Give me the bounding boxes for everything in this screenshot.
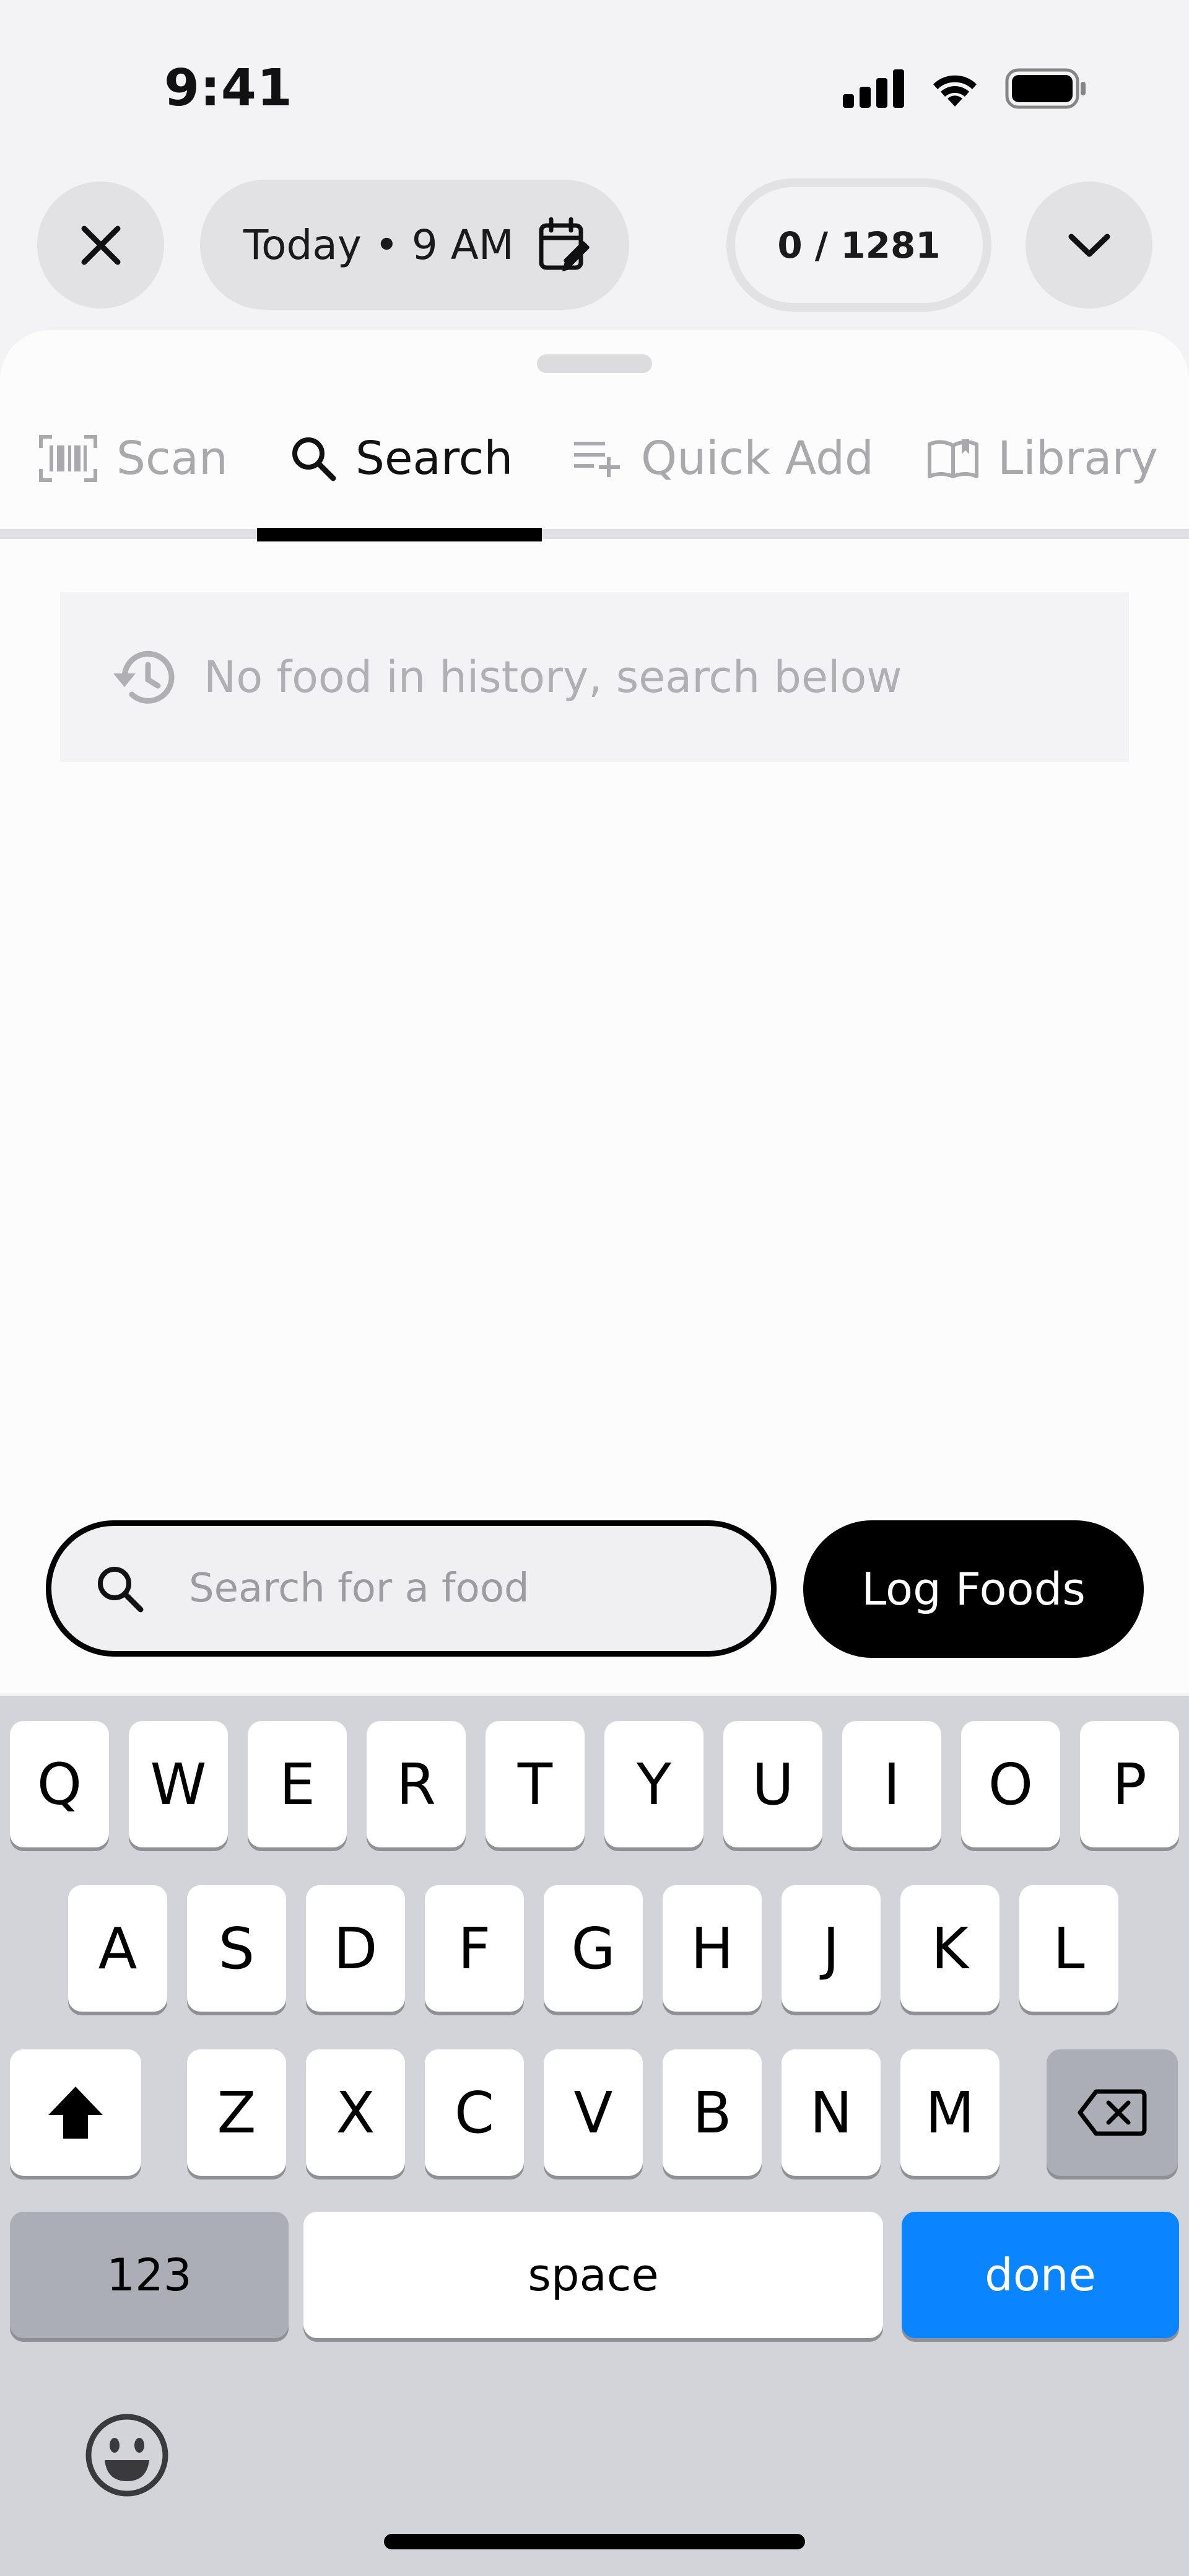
log-foods-label: Log Foods bbox=[861, 1563, 1086, 1615]
close-button[interactable] bbox=[37, 182, 164, 309]
tabs-divider bbox=[0, 529, 1189, 539]
key-n[interactable]: N bbox=[782, 2049, 881, 2176]
battery-icon bbox=[1005, 68, 1086, 109]
status-icons bbox=[843, 67, 1087, 110]
keyboard: Q W E R T Y U I O P A S D F G H J K L Z … bbox=[0, 1696, 1189, 2576]
sheet-grabber[interactable] bbox=[537, 354, 652, 373]
tab-quick-add-label: Quick Add bbox=[641, 432, 874, 485]
key-w[interactable]: W bbox=[129, 1721, 228, 1847]
search-input[interactable] bbox=[188, 1565, 747, 1612]
key-u[interactable]: U bbox=[723, 1721, 822, 1847]
key-m[interactable]: M bbox=[900, 2049, 1000, 2176]
key-p[interactable]: P bbox=[1080, 1721, 1179, 1847]
cellular-signal-icon bbox=[843, 69, 904, 108]
barcode-icon bbox=[39, 435, 97, 482]
date-time-label: Today • 9 AM bbox=[243, 221, 514, 269]
tab-library-label: Library bbox=[998, 432, 1158, 485]
tab-quick-add[interactable]: Quick Add bbox=[573, 421, 874, 496]
home-indicator[interactable] bbox=[384, 2534, 805, 2549]
library-icon bbox=[928, 439, 978, 478]
shift-icon bbox=[48, 2087, 103, 2139]
calendar-edit-icon bbox=[539, 217, 590, 271]
history-empty-text: No food in history, search below bbox=[204, 652, 902, 703]
space-key[interactable]: space bbox=[303, 2212, 883, 2338]
emoji-icon bbox=[85, 2414, 168, 2497]
calorie-progress-pill: 0 / 1281 bbox=[726, 178, 991, 312]
tab-library[interactable]: Library bbox=[927, 421, 1158, 496]
collapse-button[interactable] bbox=[1026, 182, 1152, 309]
search-field[interactable] bbox=[46, 1520, 777, 1657]
history-empty-state: No food in history, search below bbox=[60, 592, 1129, 762]
key-s[interactable]: S bbox=[187, 1885, 286, 2012]
key-h[interactable]: H bbox=[663, 1885, 762, 2012]
tab-scan[interactable]: Scan bbox=[38, 421, 228, 496]
backspace-key[interactable] bbox=[1047, 2049, 1178, 2176]
key-o[interactable]: O bbox=[961, 1721, 1060, 1847]
log-foods-button[interactable]: Log Foods bbox=[803, 1520, 1144, 1658]
quick-add-icon bbox=[574, 442, 620, 477]
chevron-down-icon bbox=[1068, 234, 1110, 256]
key-y[interactable]: Y bbox=[604, 1721, 703, 1847]
tab-search-label: Search bbox=[355, 432, 513, 485]
backspace-icon bbox=[1078, 2089, 1147, 2136]
emoji-key[interactable] bbox=[84, 2412, 170, 2501]
key-r[interactable]: R bbox=[367, 1721, 466, 1847]
key-t[interactable]: T bbox=[486, 1721, 585, 1847]
shift-key[interactable] bbox=[10, 2049, 141, 2176]
key-f[interactable]: F bbox=[425, 1885, 524, 2012]
key-g[interactable]: G bbox=[544, 1885, 643, 2012]
key-z[interactable]: Z bbox=[187, 2049, 286, 2176]
key-b[interactable]: B bbox=[663, 2049, 762, 2176]
tab-scan-label: Scan bbox=[116, 432, 228, 485]
status-time: 9:41 bbox=[164, 59, 293, 118]
numbers-key[interactable]: 123 bbox=[10, 2212, 289, 2338]
search-icon bbox=[98, 1567, 144, 1613]
key-c[interactable]: C bbox=[425, 2049, 524, 2176]
tab-search[interactable]: Search bbox=[290, 421, 513, 496]
key-l[interactable]: L bbox=[1019, 1885, 1118, 2012]
key-i[interactable]: I bbox=[842, 1721, 941, 1847]
key-x[interactable]: X bbox=[306, 2049, 405, 2176]
wifi-icon bbox=[933, 75, 977, 107]
key-a[interactable]: A bbox=[68, 1885, 167, 2012]
key-d[interactable]: D bbox=[306, 1885, 405, 2012]
key-e[interactable]: E bbox=[248, 1721, 347, 1847]
calorie-progress-label: 0 / 1281 bbox=[777, 224, 941, 266]
history-icon bbox=[113, 651, 175, 704]
key-j[interactable]: J bbox=[782, 1885, 881, 2012]
key-q[interactable]: Q bbox=[10, 1721, 109, 1847]
active-tab-indicator bbox=[257, 528, 542, 541]
search-icon bbox=[292, 437, 336, 481]
done-key[interactable]: done bbox=[902, 2212, 1179, 2338]
key-v[interactable]: V bbox=[544, 2049, 643, 2176]
key-k[interactable]: K bbox=[900, 1885, 1000, 2012]
close-icon bbox=[81, 226, 120, 265]
date-time-picker-button[interactable]: Today • 9 AM bbox=[200, 180, 629, 310]
